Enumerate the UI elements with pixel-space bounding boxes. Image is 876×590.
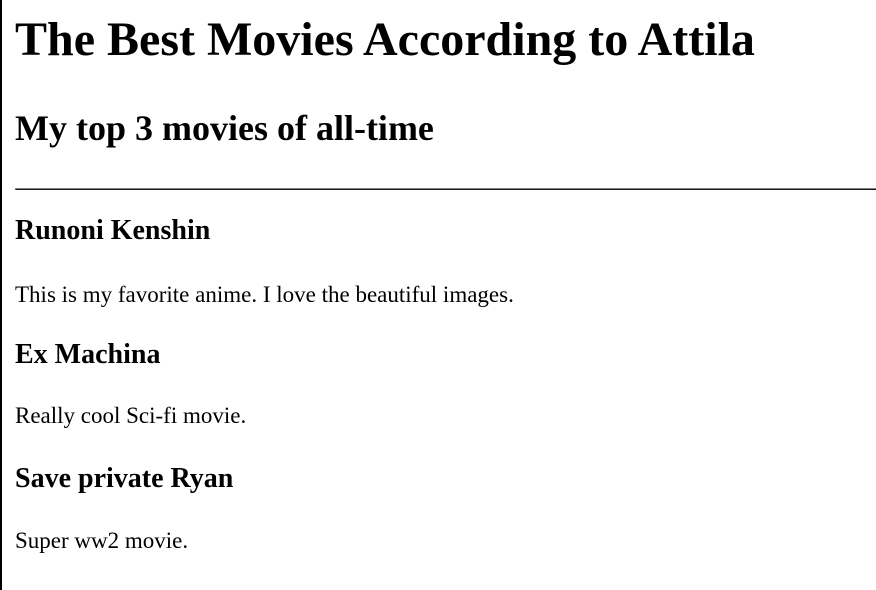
page: The Best Movies According to Attila My t…: [2, 0, 876, 590]
page-title: The Best Movies According to Attila: [15, 13, 755, 66]
movie-title: Save private Ryan: [15, 463, 234, 494]
movie-title: Runoni Kenshin: [15, 215, 211, 246]
page-subtitle: My top 3 movies of all-time: [15, 108, 434, 148]
movie-description: Super ww2 movie.: [15, 528, 189, 553]
section-divider: [15, 188, 876, 190]
movie-description: Really cool Sci-fi movie.: [15, 403, 247, 428]
movie-description: This is my favorite anime. I love the be…: [15, 282, 514, 307]
movie-title: Ex Machina: [15, 339, 161, 370]
